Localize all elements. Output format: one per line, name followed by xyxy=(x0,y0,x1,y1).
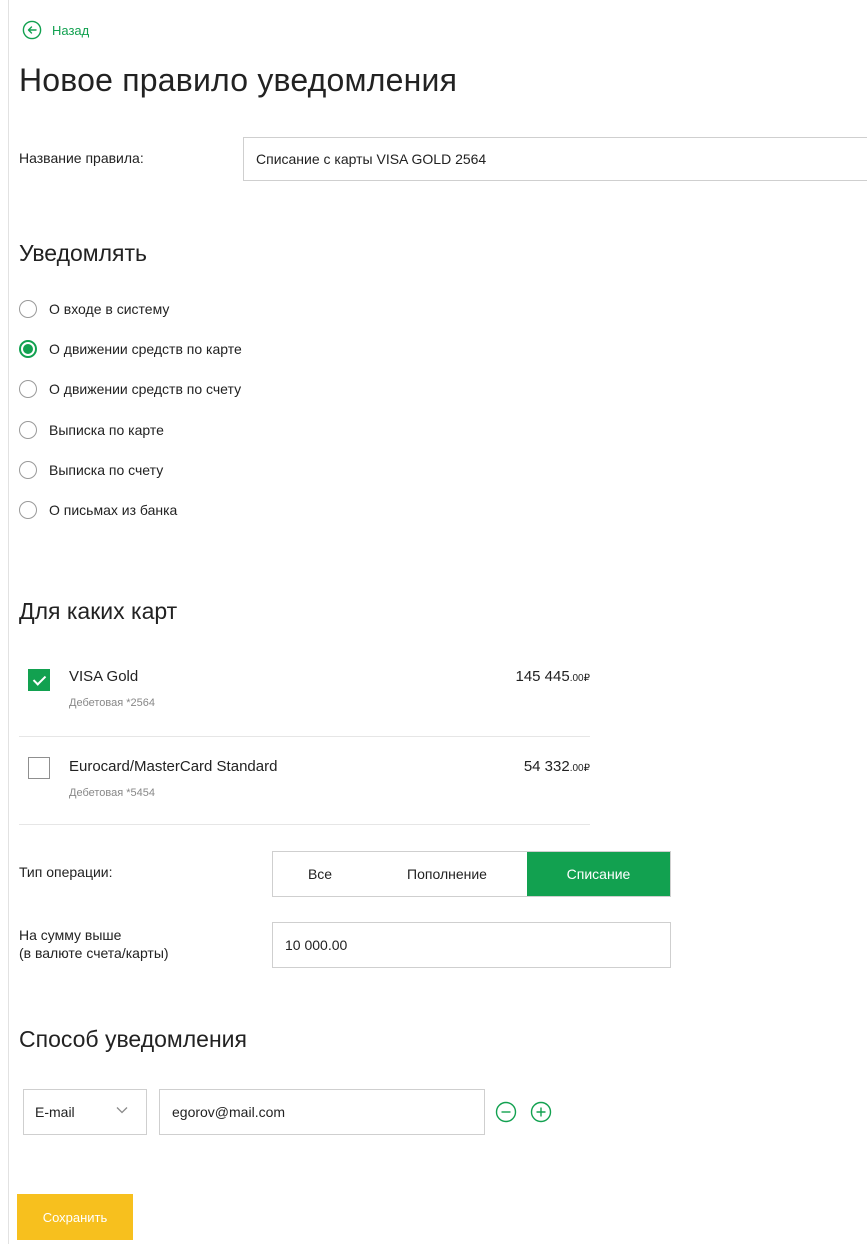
notify-option-bank-letters[interactable]: О письмах из банка xyxy=(19,501,177,519)
card-subtitle: Дебетовая *2564 xyxy=(69,697,156,709)
card-subtitle: Дебетовая *5454 xyxy=(69,787,156,799)
radio-button[interactable] xyxy=(19,300,37,318)
currency-symbol: ₽ xyxy=(583,673,590,684)
amount-input[interactable] xyxy=(272,922,671,968)
method-section-title: Способ уведомления xyxy=(19,1026,247,1052)
card-balance-amount: 54 332 xyxy=(523,758,570,775)
notify-option-label: Выписка по карте xyxy=(49,422,164,438)
notify-option-label: О движении средств по счету xyxy=(49,381,242,397)
card-checkbox-checked[interactable] xyxy=(28,669,50,691)
card-checkbox[interactable] xyxy=(28,757,50,779)
card-balance-cents: .00 xyxy=(569,673,584,684)
chevron-down-icon xyxy=(116,1107,128,1114)
arrow-left-circle-icon xyxy=(22,20,42,40)
currency-symbol: ₽ xyxy=(583,763,590,774)
rule-name-label: Название правила: xyxy=(19,150,144,166)
operation-option-withdrawal[interactable]: Списание xyxy=(527,852,670,896)
radio-button[interactable] xyxy=(19,421,37,439)
card-balance-cents: .00 xyxy=(569,763,584,774)
card-balance: 145 445.00₽ xyxy=(515,668,590,685)
notify-option-label: О движении средств по карте xyxy=(49,341,242,357)
cards-section-title: Для каких карт xyxy=(19,598,178,624)
card-balance: 54 332.00₽ xyxy=(524,758,590,775)
operation-type-selector: Все Пополнение Списание xyxy=(272,851,671,897)
radio-button[interactable] xyxy=(19,501,37,519)
notify-option-card-statement[interactable]: Выписка по карте xyxy=(19,421,164,439)
notify-section-title: Уведомлять xyxy=(19,240,147,266)
back-label: Назад xyxy=(52,22,90,38)
card-row-mastercard: Eurocard/MasterCard Standard Дебетовая *… xyxy=(19,736,590,825)
notify-option-login[interactable]: О входе в систему xyxy=(19,300,169,318)
channel-select[interactable]: E-mail xyxy=(23,1089,147,1135)
amount-label-line1: На сумму выше xyxy=(19,927,122,943)
radio-button[interactable] xyxy=(19,461,37,479)
notify-option-label: Выписка по счету xyxy=(49,462,164,478)
card-name: VISA Gold xyxy=(69,668,139,685)
channel-select-value: E-mail xyxy=(35,1104,75,1120)
card-balance-amount: 145 445 xyxy=(515,668,570,685)
radio-button[interactable] xyxy=(19,380,37,398)
notify-option-label: О письмах из банка xyxy=(49,502,178,518)
back-link[interactable]: Назад xyxy=(22,20,89,40)
plus-circle-icon[interactable] xyxy=(530,1101,552,1123)
radio-button-selected[interactable] xyxy=(19,340,37,358)
operation-option-deposit[interactable]: Пополнение xyxy=(367,852,527,896)
save-button[interactable]: Сохранить xyxy=(17,1194,133,1240)
page-title: Новое правило уведомления xyxy=(19,62,458,98)
card-name: Eurocard/MasterCard Standard xyxy=(69,758,278,775)
card-row-visa-gold: VISA Gold Дебетовая *2564 145 445.00₽ xyxy=(19,648,590,737)
email-input[interactable] xyxy=(159,1089,485,1135)
notify-option-card-movement[interactable]: О движении средств по карте xyxy=(19,340,242,358)
rule-name-input[interactable] xyxy=(243,137,867,181)
minus-circle-icon[interactable] xyxy=(495,1101,517,1123)
notify-option-account-statement[interactable]: Выписка по счету xyxy=(19,461,163,479)
operation-option-all[interactable]: Все xyxy=(273,852,367,896)
notify-option-account-movement[interactable]: О движении средств по счету xyxy=(19,380,241,398)
amount-label-line2: (в валюте счета/карты) xyxy=(19,945,169,961)
notify-option-label: О входе в систему xyxy=(49,301,170,317)
operation-type-label: Тип операции: xyxy=(19,864,113,880)
